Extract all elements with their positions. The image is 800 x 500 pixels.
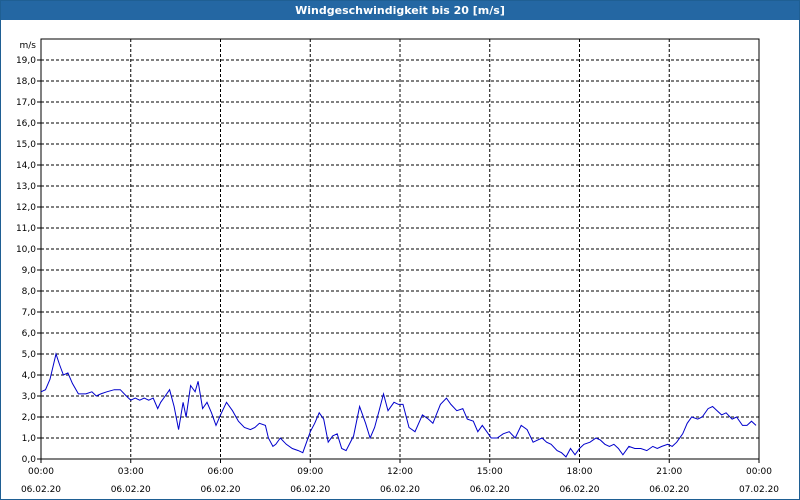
y-tick-label: 9,0: [22, 266, 37, 276]
x-tick-date: 06.02.20: [290, 485, 330, 495]
x-tick-time: 03:00: [118, 467, 144, 477]
y-tick-label: 0,0: [22, 455, 37, 465]
y-tick-label: 6,0: [22, 329, 37, 339]
x-tick-time: 12:00: [387, 467, 413, 477]
y-axis-unit-label: m/s: [20, 41, 37, 51]
x-tick-date: 06.02.20: [380, 485, 420, 495]
series-line-wind-speed: [40, 352, 757, 458]
y-tick-label: 14,0: [16, 161, 36, 171]
y-tick-label: 2,0: [22, 413, 37, 423]
x-tick-time: 06:00: [208, 467, 234, 477]
x-tick-time: 09:00: [297, 467, 323, 477]
x-tick-time: 18:00: [567, 467, 593, 477]
y-tick-label: 12,0: [16, 203, 36, 213]
x-tick-date: 06.02.20: [649, 485, 689, 495]
x-tick-time: 21:00: [656, 467, 682, 477]
x-tick-time: 00:00: [746, 467, 772, 477]
y-tick-label: 10,0: [16, 245, 36, 255]
x-tick-date: 06.02.20: [470, 485, 510, 495]
y-tick-label: 16,0: [16, 119, 36, 129]
series-group: [40, 352, 757, 458]
y-tick-label: 13,0: [16, 182, 36, 192]
x-tick-date: 07.02.20: [739, 485, 779, 495]
y-tick-label: 3,0: [22, 392, 37, 402]
x-axis-ticks: 00:00 06.02.20 03:00 06.02.20 06:00 06.02.20 0…: [21, 459, 779, 495]
line-chart: 0,0 1,0 2,0 3,0 4,0 5,0 6,0 7,0 8,0 9,0 10,0 11,0 12…: [16, 38, 779, 495]
x-tick-date: 06.02.20: [200, 485, 240, 495]
x-tick-date: 06.02.20: [559, 485, 599, 495]
grid-lines: [41, 39, 759, 459]
x-tick-time: 00:00: [28, 467, 54, 477]
y-tick-label: 7,0: [22, 308, 37, 318]
x-tick-date: 06.02.20: [21, 485, 61, 495]
y-tick-label: 17,0: [16, 98, 36, 108]
y-tick-label: 5,0: [22, 350, 37, 360]
y-tick-label: 4,0: [22, 371, 37, 381]
y-tick-label: 11,0: [16, 224, 36, 234]
y-axis-ticks: 0,0 1,0 2,0 3,0 4,0 5,0 6,0 7,0 8,0 9,0 10,0 11,0 12…: [16, 56, 41, 465]
y-tick-label: 8,0: [22, 287, 37, 297]
x-tick-time: 15:00: [477, 467, 503, 477]
y-tick-label: 15,0: [16, 140, 36, 150]
y-tick-label: 1,0: [22, 434, 37, 444]
y-tick-label: 18,0: [16, 77, 36, 87]
x-tick-date: 06.02.20: [111, 485, 151, 495]
y-tick-label: 19,0: [16, 56, 36, 66]
